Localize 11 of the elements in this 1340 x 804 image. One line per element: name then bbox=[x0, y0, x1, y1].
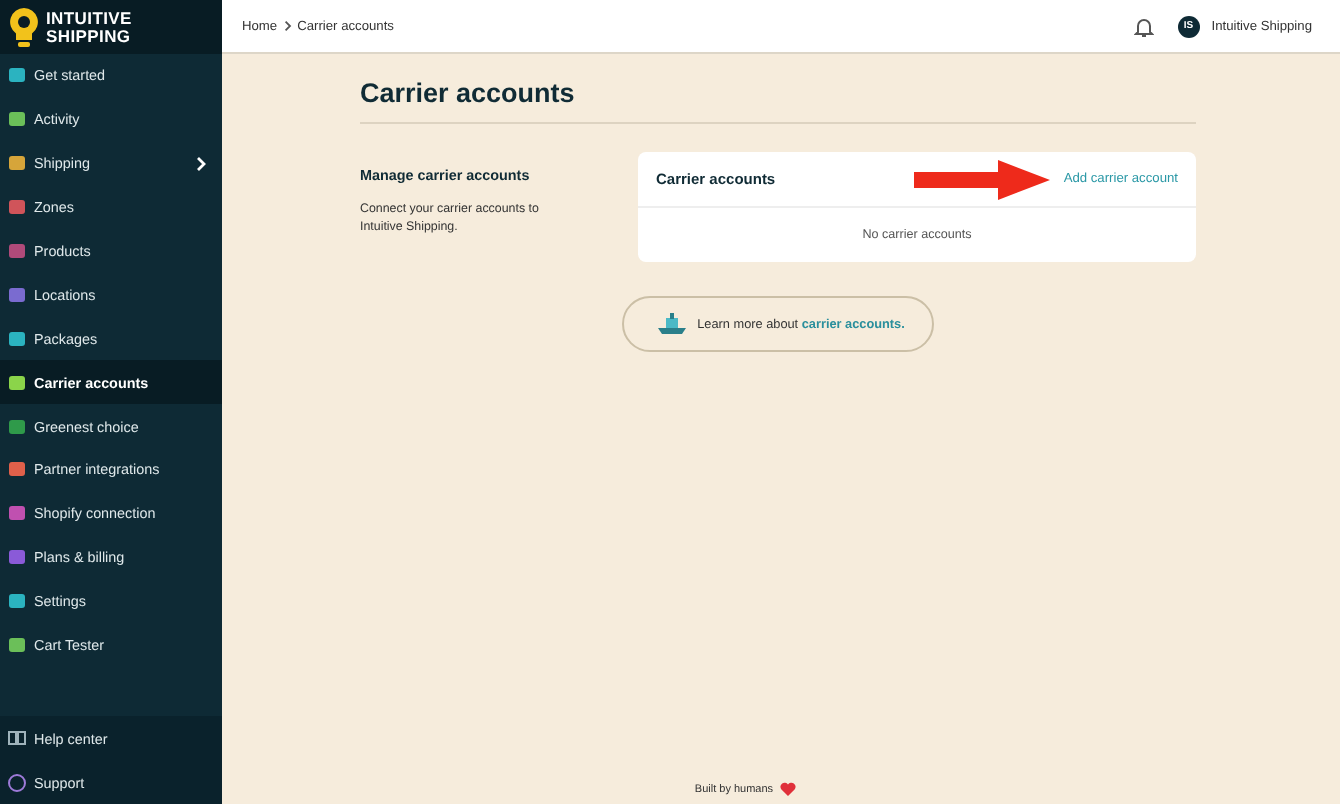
chevron-right-icon bbox=[283, 20, 292, 32]
chevron-right-icon bbox=[196, 155, 206, 172]
book-icon bbox=[8, 730, 26, 747]
ship-icon bbox=[655, 312, 688, 336]
heart-icon bbox=[779, 782, 796, 796]
bell-icon[interactable] bbox=[1133, 15, 1154, 37]
page-title: Carrier accounts bbox=[360, 78, 1196, 124]
logo-text: INTUITIVE bbox=[46, 9, 132, 27]
lightbulb-pin-icon bbox=[8, 5, 40, 49]
pointer-arrow bbox=[914, 160, 1050, 200]
logo-text: SHIPPING bbox=[46, 27, 132, 45]
